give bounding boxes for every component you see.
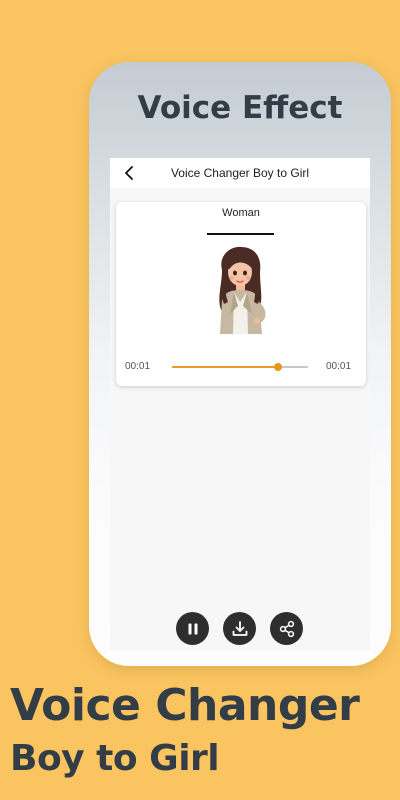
pause-icon [188,623,197,634]
total-time: 00:01 [326,361,352,372]
selected-underline [207,233,274,235]
app-title: Voice Changer Boy to Girl [170,166,310,180]
current-time: 00:01 [125,361,151,372]
voice-effect-card[interactable]: Woman 00:01 00:01 [116,202,366,386]
woman-avatar [219,246,266,334]
phone-title: Voice Effect [137,90,343,126]
download-icon [232,620,247,636]
pause-button[interactable] [176,612,209,645]
slider-thumb[interactable] [274,363,283,371]
effect-label: Woman [222,207,260,219]
app-bar: Voice Changer Boy to Girl [110,158,370,188]
phone-mockup: Voice Effect Voice Changer Boy to Girl W… [89,62,391,666]
promo-headline: Voice Changer [10,680,360,731]
share-icon [279,620,294,637]
promo-subheadline: Boy to Girl [10,738,220,779]
download-button[interactable] [223,612,256,645]
chevron-left-icon [125,166,133,180]
playback-slider[interactable] [172,360,308,374]
slider-progress [172,366,279,368]
share-button[interactable] [270,612,303,645]
back-button[interactable] [118,162,142,184]
app-screen: Voice Changer Boy to Girl Woman 00:01 00… [110,158,370,650]
